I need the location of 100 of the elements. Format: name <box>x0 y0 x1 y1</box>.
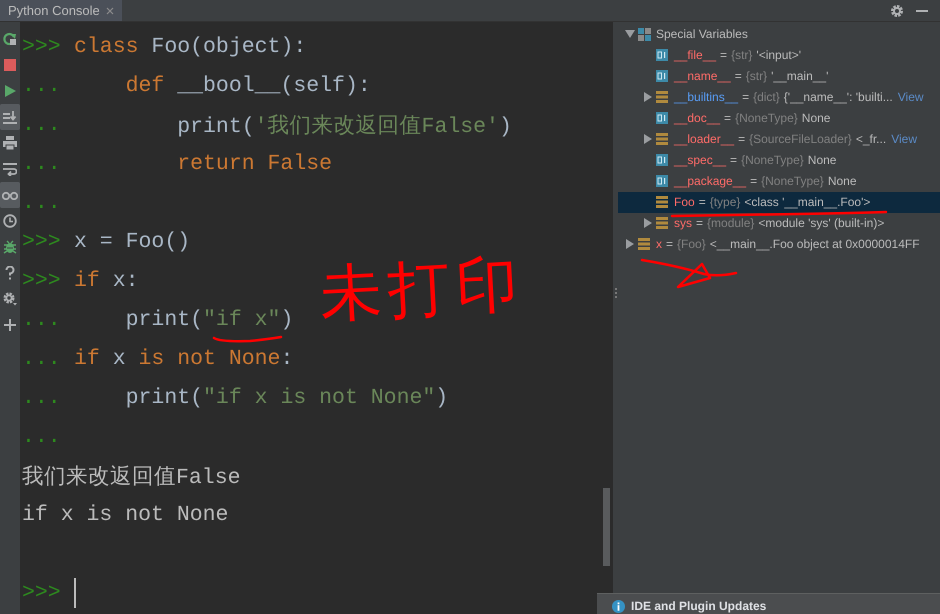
scroll-to-end-icon[interactable] <box>3 110 17 124</box>
stack-icon <box>638 238 650 250</box>
info-icon <box>612 600 625 613</box>
hand-drawn-underline <box>212 336 282 342</box>
variable-type: {dict} <box>753 90 780 104</box>
equals-sign: = <box>730 153 738 167</box>
variable-type: {str} <box>746 69 768 83</box>
bug-icon[interactable] <box>3 240 17 254</box>
minimize-icon[interactable] <box>916 10 928 12</box>
history-icon[interactable] <box>3 214 17 228</box>
collapse-arrow-icon[interactable] <box>625 30 635 38</box>
glasses-toggle[interactable] <box>0 182 20 208</box>
equals-sign: = <box>696 216 704 230</box>
variable-name: __package__ <box>674 174 746 188</box>
number-icon <box>656 175 668 187</box>
console-prompt: ... <box>22 190 62 214</box>
add-icon[interactable] <box>4 319 16 331</box>
number-icon <box>656 154 668 166</box>
equals-sign: = <box>738 132 746 146</box>
variable-row[interactable]: __name__ = {str} '__main__' <box>618 66 940 86</box>
equals-sign: = <box>698 195 706 209</box>
variable-name: __doc__ <box>674 111 720 125</box>
variable-value: None <box>828 174 856 188</box>
code-line: print('我们来改返回值False') <box>176 113 512 139</box>
variable-value: None <box>808 153 836 167</box>
equals-sign: = <box>742 90 750 104</box>
variable-name: __file__ <box>674 48 716 62</box>
soft-wrap-icon[interactable] <box>3 162 17 176</box>
output-line: if x is not None <box>22 502 228 526</box>
variable-value: <__main__.Foo object at 0x0000014FF <box>710 237 920 251</box>
variable-row[interactable]: x = {Foo} <__main__.Foo object at 0x0000014FF <box>618 234 940 254</box>
code-line: if x is not None: <box>74 346 294 370</box>
stack-icon <box>656 217 668 229</box>
console-prompt: ... <box>22 424 62 448</box>
console-prompt: ... <box>22 308 62 332</box>
scroll-to-end-toggle[interactable] <box>0 104 20 130</box>
glasses-icon[interactable] <box>2 190 18 200</box>
variable-type: {NoneType} <box>761 174 824 188</box>
settings-icon[interactable] <box>890 4 904 18</box>
close-icon[interactable] <box>106 6 114 14</box>
console-prompt: ... <box>22 346 62 370</box>
console-prompt: >>> <box>22 34 62 58</box>
settings-icon[interactable] <box>3 292 17 306</box>
handwritten-note: 未打印 <box>318 252 526 326</box>
variable-type: {NoneType} <box>741 153 804 167</box>
expand-arrow-icon[interactable] <box>644 92 652 102</box>
variable-row[interactable]: __doc__ = {NoneType} None <box>618 108 940 128</box>
variable-type: {str} <box>731 48 752 62</box>
variable-row[interactable]: __package__ = {NoneType} None <box>618 170 940 192</box>
help-icon[interactable] <box>5 266 15 280</box>
run-icon[interactable] <box>4 85 16 97</box>
variable-row[interactable]: __builtins__ = {dict} {'__name__': 'builti... View <box>618 86 940 108</box>
variable-value: {'__name__': 'builti... <box>784 90 893 104</box>
variable-name: __spec__ <box>674 153 726 167</box>
code-line: if x: <box>74 268 139 292</box>
variable-name: x <box>656 237 662 251</box>
stack-icon <box>656 196 668 208</box>
console-prompt: >>> <box>22 580 62 604</box>
expand-arrow-icon[interactable] <box>644 134 652 144</box>
variable-name: Foo <box>674 195 695 209</box>
number-icon <box>656 70 668 82</box>
scrollbar-thumb[interactable] <box>603 488 610 566</box>
console-prompt: ... <box>22 74 62 98</box>
print-icon[interactable] <box>3 136 17 150</box>
group-label: Special Variables <box>656 27 748 41</box>
equals-sign: = <box>734 69 742 83</box>
variable-value: '<input>' <box>756 48 802 62</box>
variable-row[interactable]: sys = {module} <module 'sys' (built-in)> <box>618 212 940 234</box>
equals-sign: = <box>724 111 732 125</box>
variable-type: {Foo} <box>677 237 706 251</box>
variable-row[interactable]: __file__ = {str} '<input>' <box>618 44 940 66</box>
console-prompt: ... <box>22 386 62 410</box>
output-line: 我们来改返回值False <box>22 464 241 490</box>
variable-row[interactable]: Foo = {type} <class '__main__.Foo'> <box>618 192 940 212</box>
variable-value: None <box>802 111 830 125</box>
code-line: class Foo(object): <box>74 34 306 58</box>
view-link[interactable]: View <box>898 90 924 104</box>
variable-type: {SourceFileLoader} <box>749 132 852 146</box>
code-line: print("if x is not None") <box>124 386 448 410</box>
variable-name: __name__ <box>674 69 731 83</box>
variable-type: {NoneType} <box>735 111 798 125</box>
variable-row[interactable]: __spec__ = {NoneType} None <box>618 150 940 170</box>
equals-sign: = <box>750 174 758 188</box>
grid-icon <box>638 28 651 40</box>
variable-value: <class '__main__.Foo'> <box>744 195 870 209</box>
equals-sign: = <box>720 48 728 62</box>
expand-arrow-icon[interactable] <box>626 239 634 249</box>
console-prompt: >>> <box>22 268 62 292</box>
stack-icon <box>656 91 668 103</box>
rerun-icon[interactable] <box>3 32 17 46</box>
view-link[interactable]: View <box>891 132 917 146</box>
variable-row[interactable]: __loader__ = {SourceFileLoader} <_fr... View <box>618 128 940 150</box>
code-line: x = Foo() <box>74 230 190 254</box>
variable-type: {type} <box>710 195 740 209</box>
text-cursor <box>74 578 76 608</box>
number-icon <box>656 49 668 61</box>
variable-row[interactable]: Special Variables <box>618 24 940 44</box>
expand-arrow-icon[interactable] <box>644 218 652 228</box>
variable-value: '__main__' <box>771 69 828 83</box>
console-tab[interactable]: Python Console <box>0 0 122 21</box>
